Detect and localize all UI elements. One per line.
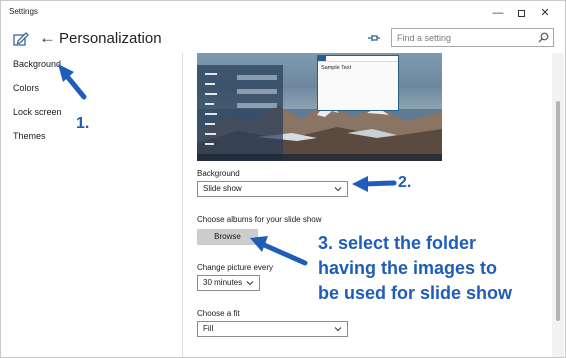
scrollbar[interactable] bbox=[552, 53, 564, 357]
change-picture-label: Change picture every bbox=[197, 263, 274, 272]
change-picture-value: 30 minutes bbox=[203, 278, 243, 287]
step-3-annotation: 3. select the folder having the images t… bbox=[318, 231, 558, 306]
browse-button[interactable]: Browse bbox=[197, 229, 258, 245]
window-title: Settings bbox=[9, 7, 38, 16]
page-title: Personalization bbox=[59, 30, 162, 47]
step-3-line: having the images to bbox=[318, 258, 498, 278]
back-arrow-icon[interactable]: ← bbox=[39, 28, 56, 48]
search-icon[interactable] bbox=[538, 32, 549, 43]
step-2-annotation: 2. bbox=[398, 174, 412, 191]
sidebar-item-lock-screen[interactable]: Lock screen bbox=[13, 107, 62, 117]
background-label: Background bbox=[197, 169, 240, 178]
background-dropdown-value: Slide show bbox=[203, 184, 242, 193]
step-1-annotation: 1. bbox=[76, 115, 90, 132]
chevron-down-icon bbox=[246, 281, 254, 286]
header: ← Personalization bbox=[1, 25, 565, 53]
sidebar: Background Colors Lock screen Themes bbox=[1, 53, 183, 357]
change-picture-dropdown[interactable]: 30 minutes bbox=[197, 275, 260, 291]
step-3-line: 3. select the folder bbox=[318, 233, 477, 253]
title-bar: Settings — ✕ bbox=[1, 1, 565, 25]
albums-label: Choose albums for your slide show bbox=[197, 215, 322, 224]
fit-dropdown[interactable]: Fill bbox=[197, 321, 348, 337]
close-icon[interactable]: ✕ bbox=[534, 4, 556, 22]
search-input[interactable] bbox=[392, 29, 532, 46]
edit-icon bbox=[13, 32, 29, 46]
taskbar-mock bbox=[197, 154, 442, 161]
sample-text: Sample Text bbox=[321, 65, 352, 71]
fit-value: Fill bbox=[203, 324, 214, 333]
background-dropdown[interactable]: Slide show bbox=[197, 181, 348, 197]
chevron-down-icon bbox=[334, 187, 342, 192]
start-menu-mock bbox=[197, 65, 283, 161]
search-box[interactable] bbox=[391, 28, 554, 47]
pin-icon[interactable] bbox=[367, 31, 381, 45]
chevron-down-icon bbox=[334, 327, 342, 332]
background-preview: Sample Text bbox=[197, 53, 442, 161]
sidebar-item-background[interactable]: Background bbox=[13, 59, 61, 69]
content-pane: Sample Text Background Slide show Choose… bbox=[184, 53, 552, 357]
sample-window-mock: Sample Text bbox=[317, 55, 399, 111]
maximize-icon[interactable] bbox=[510, 4, 532, 22]
minimize-icon[interactable]: — bbox=[487, 4, 509, 22]
step-3-line: be used for slide show bbox=[318, 283, 513, 303]
fit-label: Choose a fit bbox=[197, 309, 240, 318]
sidebar-item-colors[interactable]: Colors bbox=[13, 83, 39, 93]
sidebar-item-themes[interactable]: Themes bbox=[13, 131, 46, 141]
